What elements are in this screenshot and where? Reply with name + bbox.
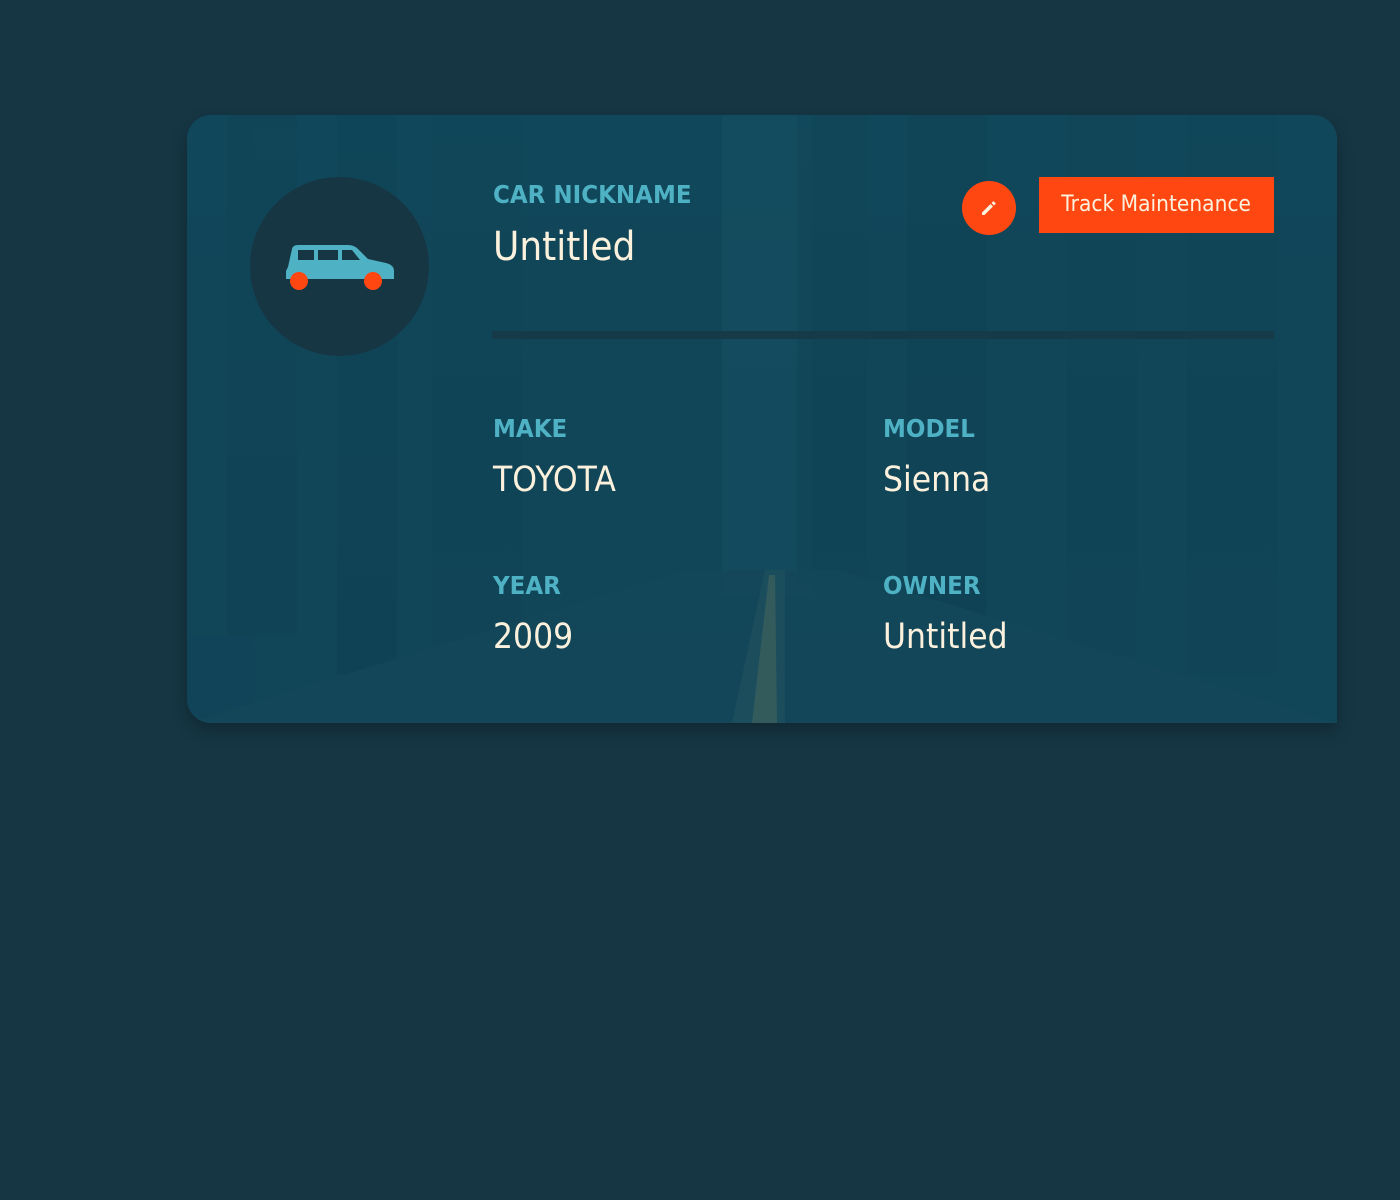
- make-label: MAKE: [493, 414, 568, 443]
- vehicle-card: CAR NICKNAME Untitled Track Maintenance …: [187, 115, 1337, 723]
- make-value: TOYOTA: [493, 460, 616, 500]
- car-nickname-value: Untitled: [493, 224, 636, 270]
- track-maintenance-label: Track Maintenance: [1061, 192, 1252, 217]
- edit-button[interactable]: [962, 181, 1016, 235]
- pencil-icon: [982, 201, 996, 215]
- model-label: MODEL: [883, 414, 975, 443]
- vehicle-avatar: [250, 177, 429, 356]
- car-icon: [286, 245, 394, 290]
- car-nickname-label: CAR NICKNAME: [493, 180, 692, 209]
- model-value: Sienna: [883, 460, 991, 500]
- year-value: 2009: [493, 617, 574, 657]
- divider: [492, 331, 1274, 339]
- year-label: YEAR: [493, 571, 561, 600]
- track-maintenance-button[interactable]: Track Maintenance: [1039, 177, 1274, 233]
- owner-label: OWNER: [883, 571, 981, 600]
- owner-value: Untitled: [883, 617, 1008, 657]
